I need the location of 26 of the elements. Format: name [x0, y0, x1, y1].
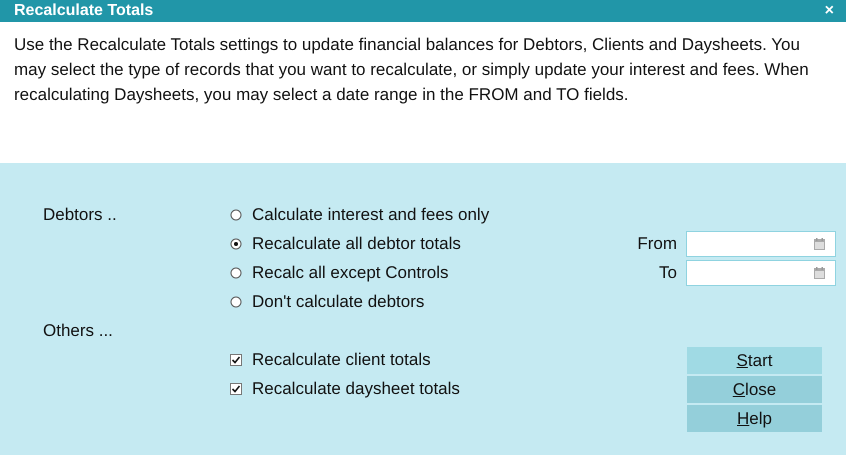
field-label: To: [658, 262, 677, 282]
calendar-icon[interactable]: [814, 238, 825, 250]
checkbox[interactable]: [230, 354, 242, 366]
field-label: From: [636, 234, 677, 254]
radio-button[interactable]: [230, 296, 242, 308]
description-text: Use the Recalculate Totals settings to update financial balances for Debtors, Clients and Daysheets. You may select the type of records that you want to recalculate, or simply update your interest and fees. When recalculating Daysheets, you may select a date range in the FROM and TO fields.: [14, 34, 810, 106]
checkbox-label: Recalculate daysheet totals: [252, 378, 460, 398]
calendar-icon[interactable]: [814, 266, 825, 278]
date-field[interactable]: [686, 260, 836, 286]
section-label: Others ...: [43, 320, 114, 340]
window-title: Recalculate Totals: [14, 2, 154, 20]
section-label: Debtors ..: [43, 204, 118, 224]
close-button[interactable]: ×: [824, 2, 834, 20]
radio-label: Don't calculate debtors: [252, 292, 424, 312]
radio-label: Calculate interest and fees only: [252, 204, 490, 224]
dialog-button[interactable]: Close: [687, 376, 822, 403]
radio-label: Recalculate all debtor totals: [252, 234, 461, 254]
radio-button[interactable]: [230, 208, 242, 220]
radio-button[interactable]: [230, 266, 242, 278]
dialog-button[interactable]: Help: [687, 405, 822, 432]
checkbox-label: Recalculate client totals: [252, 350, 431, 370]
checkbox[interactable]: [230, 382, 242, 394]
date-field[interactable]: [686, 230, 836, 256]
radio-label: Recalc all except Controls: [252, 262, 449, 282]
dialog-button[interactable]: Start: [687, 347, 822, 374]
radio-button[interactable]: [230, 238, 242, 250]
